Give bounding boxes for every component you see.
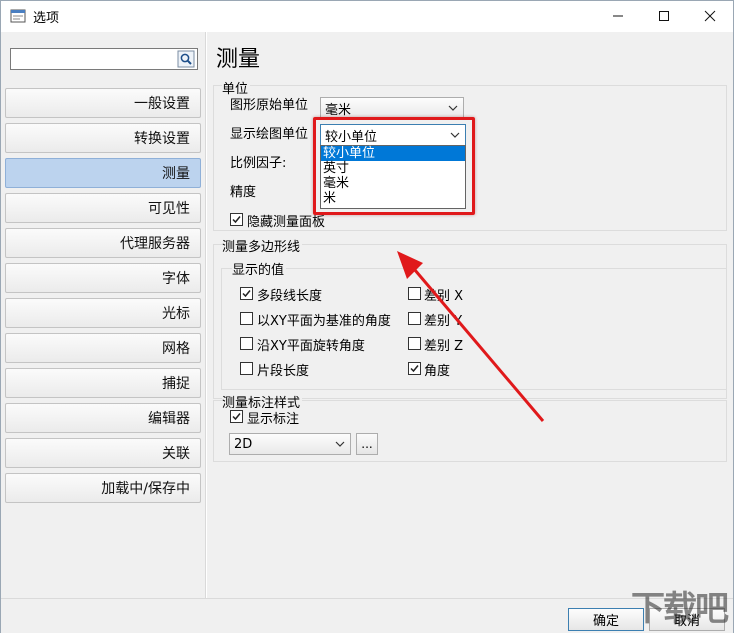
show-annotation-label: 显示标注 xyxy=(247,412,300,427)
minimize-button[interactable] xyxy=(595,1,641,31)
hide-panel-checkbox[interactable] xyxy=(230,213,243,226)
sidebar-search xyxy=(10,48,198,70)
sidebar-item-label: 捕捉 xyxy=(162,376,190,392)
delta-y-label: 差别 Y xyxy=(424,314,463,329)
footer-bar: 确定 取消 xyxy=(1,598,733,633)
xy-rotation-angle-label: 沿XY平面旋转角度 xyxy=(257,339,365,354)
app-icon xyxy=(10,9,26,23)
maximize-icon xyxy=(659,11,669,21)
sidebar-item-label: 转换设置 xyxy=(134,131,190,147)
xy-rotation-angle-checkbox[interactable] xyxy=(240,337,253,350)
delta-y-checkbox[interactable] xyxy=(408,312,421,325)
sidebar-item-label: 网格 xyxy=(162,341,190,357)
precision-label: 精度 xyxy=(230,185,257,200)
delta-z-label: 差别 Z xyxy=(424,339,464,354)
sidebar-item-label: 代理服务器 xyxy=(120,236,190,252)
search-input[interactable] xyxy=(13,50,173,68)
sidebar-item-grid[interactable]: 网格 xyxy=(5,333,201,363)
sidebar-item-label: 一般设置 xyxy=(134,96,190,112)
sidebar-item-label: 可见性 xyxy=(148,201,190,217)
search-icon[interactable] xyxy=(177,50,195,68)
annotation-style-value: 2D xyxy=(234,436,253,452)
polyline-length-checkbox[interactable] xyxy=(240,287,253,300)
sidebar-item-proxy[interactable]: 代理服务器 xyxy=(5,228,201,258)
drawing-unit-value: 毫米 xyxy=(325,102,352,118)
minimize-icon xyxy=(613,15,623,17)
checkmark-icon xyxy=(410,365,419,373)
chevron-down-icon xyxy=(448,105,458,111)
angle-label: 角度 xyxy=(424,364,451,379)
sidebar-item-load-save[interactable]: 加载中/保存中 xyxy=(5,473,201,503)
window-title: 选项 xyxy=(33,11,60,26)
sidebar-item-snap[interactable]: 捕捉 xyxy=(5,368,201,398)
sidebar-item-fonts[interactable]: 字体 xyxy=(5,263,201,293)
sidebar-item-label: 字体 xyxy=(162,271,190,287)
sidebar-item-visibility[interactable]: 可见性 xyxy=(5,193,201,223)
maximize-button[interactable] xyxy=(641,1,687,31)
close-button[interactable] xyxy=(687,1,733,31)
delta-z-checkbox[interactable] xyxy=(408,337,421,350)
sidebar: 一般设置 转换设置 测量 可见性 代理服务器 字体 光标 网格 捕捉 编辑器 关… xyxy=(1,32,206,598)
sidebar-item-cursor[interactable]: 光标 xyxy=(5,298,201,328)
annotation-style-select[interactable]: 2D xyxy=(229,433,351,455)
title-bar: 选项 xyxy=(1,1,733,31)
angle-checkbox[interactable] xyxy=(408,362,421,375)
show-annotation-checkbox[interactable] xyxy=(230,410,243,423)
sidebar-item-general[interactable]: 一般设置 xyxy=(5,88,201,118)
page-title: 测量 xyxy=(216,47,261,72)
xy-plane-angle-label: 以XY平面为基准的角度 xyxy=(257,314,391,329)
checkmark-icon xyxy=(232,216,241,224)
drawing-unit-label: 图形原始单位 xyxy=(230,98,309,113)
annotation-more-button[interactable]: ... xyxy=(356,433,378,455)
close-icon xyxy=(704,10,716,22)
sidebar-item-label: 关联 xyxy=(162,446,190,462)
chevron-down-icon xyxy=(335,441,345,447)
checkmark-icon xyxy=(242,290,251,298)
display-values-title: 显示的值 xyxy=(232,259,287,278)
sidebar-item-measure[interactable]: 测量 xyxy=(5,158,201,188)
settings-panel: 测量 单位 图形原始单位 毫米 显示绘图单位 较小单位 比例因子: 精度 较小单… xyxy=(207,32,733,598)
sidebar-item-label: 加载中/保存中 xyxy=(101,481,190,497)
highlight-rectangle xyxy=(313,117,475,215)
scale-factor-label: 比例因子: xyxy=(230,156,287,171)
options-dialog: 选项 一般设置 转换设置 测量 可见性 代理服务器 字体 光标 网格 捕捉 编辑… xyxy=(0,0,734,633)
watermark: 下载吧 xyxy=(631,589,729,629)
delta-x-label: 差别 X xyxy=(424,289,464,304)
drawing-unit-select[interactable]: 毫米 xyxy=(320,97,464,119)
sidebar-item-label: 测量 xyxy=(162,166,190,182)
segment-length-checkbox[interactable] xyxy=(240,362,253,375)
xy-plane-angle-checkbox[interactable] xyxy=(240,312,253,325)
sidebar-item-label: 编辑器 xyxy=(148,411,190,427)
sidebar-item-label: 光标 xyxy=(162,306,190,322)
sidebar-item-conversion[interactable]: 转换设置 xyxy=(5,123,201,153)
polyline-length-label: 多段线长度 xyxy=(257,289,323,304)
checkmark-icon xyxy=(232,413,241,421)
delta-x-checkbox[interactable] xyxy=(408,287,421,300)
display-unit-label: 显示绘图单位 xyxy=(230,127,309,142)
sidebar-item-association[interactable]: 关联 xyxy=(5,438,201,468)
sidebar-item-editor[interactable]: 编辑器 xyxy=(5,403,201,433)
segment-length-label: 片段长度 xyxy=(257,364,310,379)
polygon-group-title: 测量多边形线 xyxy=(222,236,303,255)
